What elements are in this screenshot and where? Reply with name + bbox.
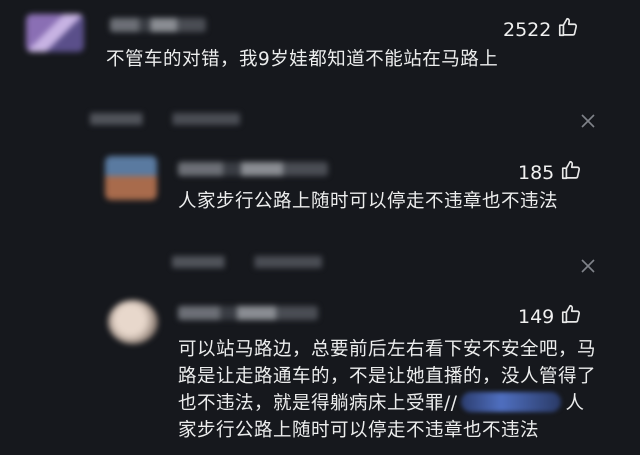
avatar[interactable] [26, 14, 84, 52]
comment-text: 不管车的对错，我9岁娃都知道不能站在马路上 [106, 49, 499, 70]
close-icon[interactable] [580, 258, 596, 274]
like-button[interactable]: 149 [518, 303, 582, 330]
like-button[interactable]: 2522 [503, 16, 579, 43]
like-count: 185 [518, 161, 555, 184]
username[interactable] [110, 18, 206, 32]
comment-meta [172, 256, 322, 268]
like-button[interactable]: 185 [518, 159, 582, 186]
close-icon[interactable] [580, 113, 596, 129]
thumbs-up-icon [560, 159, 582, 186]
like-count: 2522 [503, 18, 552, 41]
avatar[interactable] [108, 300, 158, 344]
comment-meta [90, 113, 240, 125]
mention-link[interactable] [461, 392, 562, 412]
comment-text: 可以站马路边，总要前后左右看下安不安全吧，马路是让走路通车的，不是让她直播的，没… [178, 336, 603, 444]
thumbs-up-icon [560, 303, 582, 330]
avatar[interactable] [105, 156, 157, 200]
username[interactable] [178, 162, 328, 176]
like-count: 149 [518, 305, 555, 328]
comment-text: 人家步行公路上随时可以停走不违章也不违法 [178, 191, 559, 212]
username[interactable] [178, 306, 318, 320]
thumbs-up-icon [557, 16, 579, 43]
